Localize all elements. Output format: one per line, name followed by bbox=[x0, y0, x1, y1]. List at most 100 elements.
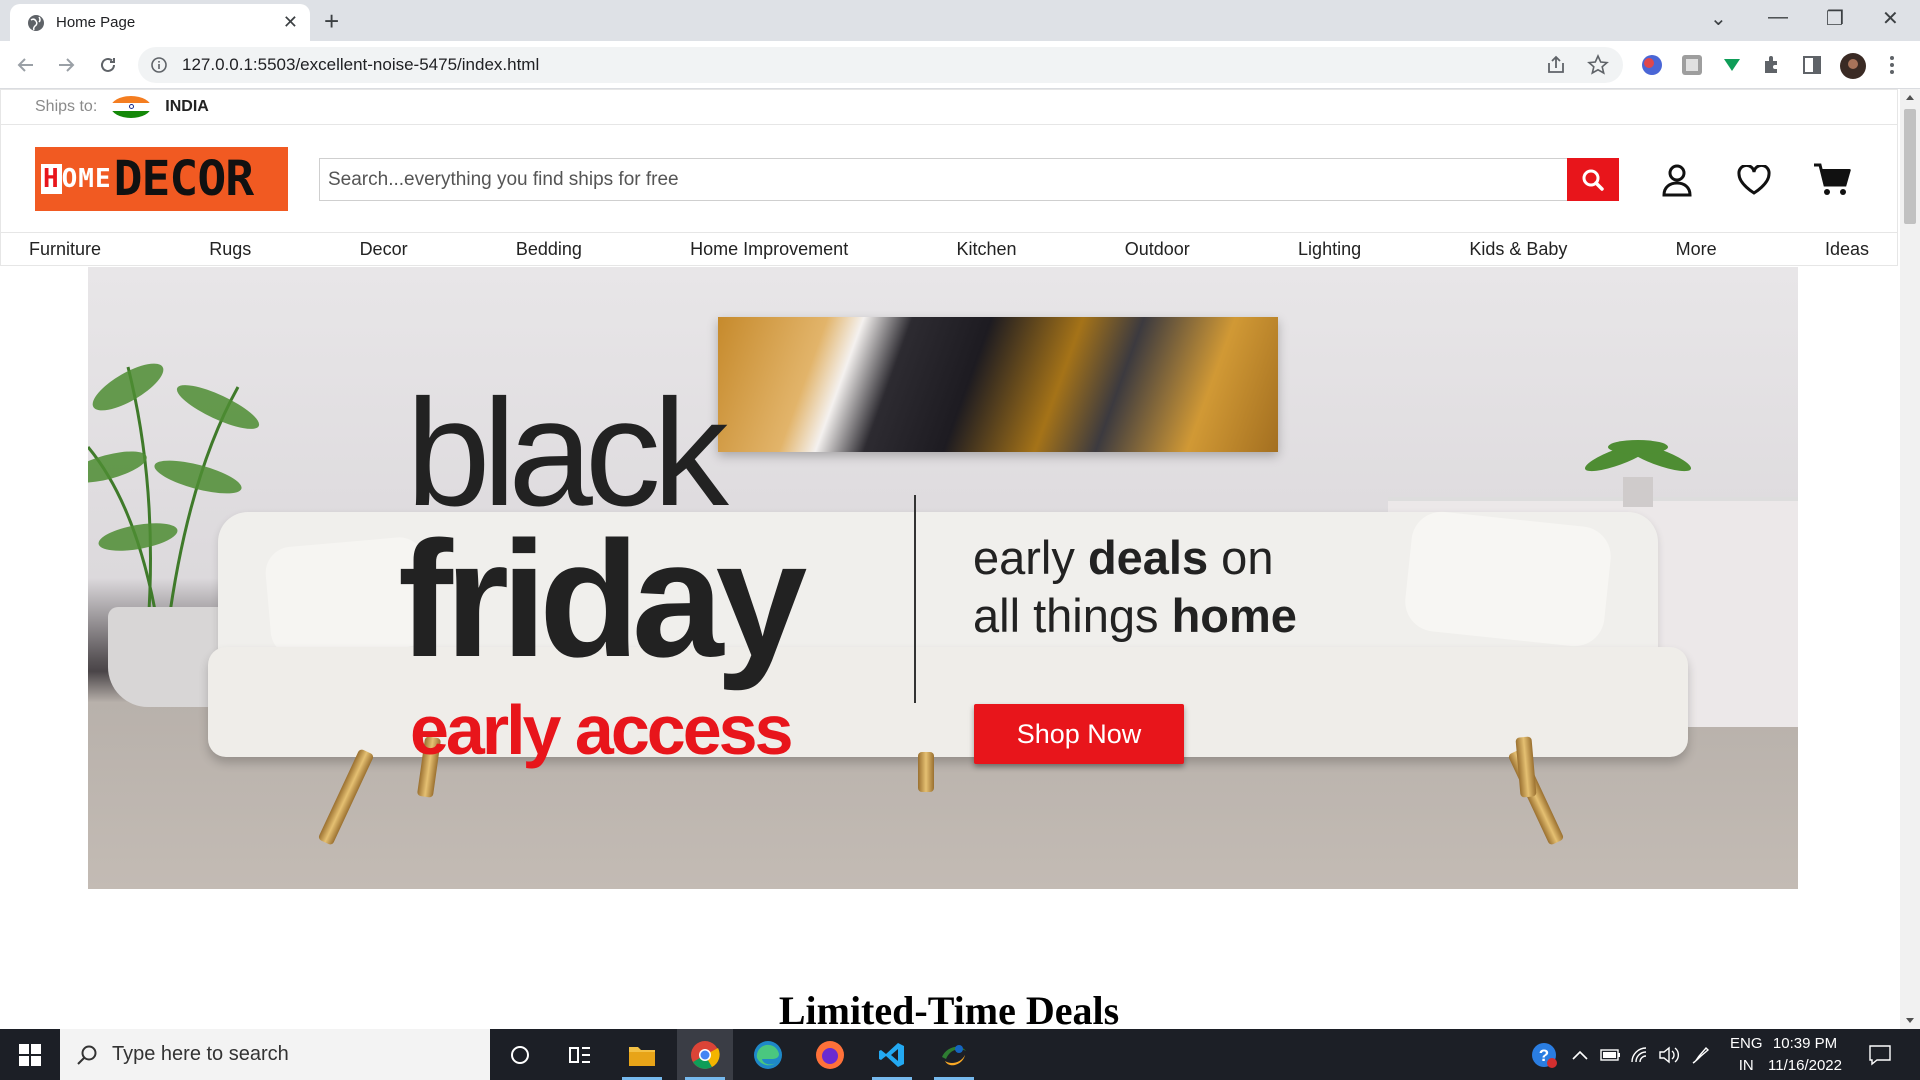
search-icon bbox=[77, 1045, 97, 1065]
restore-button[interactable]: ❐ bbox=[1826, 6, 1844, 31]
puzzle-icon[interactable] bbox=[1760, 53, 1784, 77]
scroll-down-icon[interactable] bbox=[1906, 1018, 1914, 1023]
logo-ome: OME bbox=[61, 164, 112, 194]
hero-banner[interactable]: black friday early access early deals on… bbox=[88, 267, 1798, 889]
profile-avatar[interactable] bbox=[1840, 53, 1866, 79]
clock-time: 10:39 PM bbox=[1772, 1035, 1838, 1052]
nav-bedding[interactable]: Bedding bbox=[516, 239, 582, 260]
minimize-button[interactable]: — bbox=[1768, 6, 1788, 29]
nav-home-improvement[interactable]: Home Improvement bbox=[690, 239, 848, 260]
nav-kids-baby[interactable]: Kids & Baby bbox=[1469, 239, 1567, 260]
info-icon[interactable] bbox=[150, 56, 168, 74]
arrow-left-icon bbox=[17, 58, 33, 72]
nav-lighting[interactable]: Lighting bbox=[1298, 239, 1361, 260]
extension-download-icon[interactable] bbox=[1720, 53, 1744, 77]
share-icon[interactable] bbox=[1545, 54, 1567, 76]
back-button[interactable] bbox=[14, 53, 38, 77]
forward-button[interactable] bbox=[54, 53, 78, 77]
notifications-button[interactable] bbox=[1868, 1029, 1892, 1080]
cortana-button[interactable] bbox=[492, 1029, 548, 1080]
taskbar-vscode[interactable] bbox=[864, 1029, 920, 1080]
taskbar-search[interactable]: Type here to search bbox=[60, 1029, 490, 1080]
nav-decor[interactable]: Decor bbox=[360, 239, 408, 260]
heart-icon bbox=[1737, 165, 1771, 195]
close-tab-icon[interactable]: ✕ bbox=[283, 12, 298, 33]
region-code: IN bbox=[1738, 1057, 1754, 1074]
language-indicator[interactable]: ENG IN bbox=[1730, 1033, 1763, 1077]
reload-button[interactable] bbox=[96, 53, 120, 77]
extension-globe-icon[interactable] bbox=[1640, 53, 1664, 77]
task-view-button[interactable] bbox=[552, 1029, 608, 1080]
tagline-bold: home bbox=[1171, 589, 1297, 642]
bookmark-star-icon[interactable] bbox=[1587, 54, 1609, 76]
account-button[interactable] bbox=[1657, 160, 1697, 200]
cortana-icon bbox=[511, 1045, 529, 1064]
banner-sofa-leg bbox=[317, 748, 375, 846]
page-scrollbar[interactable] bbox=[1900, 89, 1920, 1029]
nav-kitchen[interactable]: Kitchen bbox=[956, 239, 1016, 260]
pen-tray-icon[interactable] bbox=[1690, 1029, 1712, 1080]
banner-headline-friday: friday bbox=[398, 507, 807, 691]
speaker-icon bbox=[1659, 1046, 1679, 1063]
url-text: 127.0.0.1:5503/excellent-noise-5475/inde… bbox=[182, 55, 540, 74]
site-logo[interactable]: HOME DECOR bbox=[35, 147, 288, 211]
wifi-tray-icon[interactable] bbox=[1630, 1029, 1652, 1080]
help-tray-icon[interactable]: ? bbox=[1530, 1029, 1558, 1080]
taskbar-chrome[interactable] bbox=[677, 1029, 733, 1080]
tab-search-icon[interactable]: ⌄ bbox=[1710, 6, 1727, 31]
start-button[interactable] bbox=[0, 1029, 60, 1080]
folder-icon bbox=[629, 1046, 655, 1066]
scroll-up-icon[interactable] bbox=[1906, 95, 1914, 100]
volume-tray-icon[interactable] bbox=[1658, 1029, 1680, 1080]
banner-sofa-leg bbox=[1507, 748, 1565, 846]
banner-pillow-right bbox=[1402, 508, 1614, 650]
language-code: ENG bbox=[1730, 1035, 1763, 1052]
firefox-icon bbox=[816, 1040, 844, 1069]
taskbar-app[interactable] bbox=[926, 1029, 982, 1080]
wifi-icon bbox=[1631, 1046, 1647, 1062]
ships-to-label: Ships to: bbox=[35, 98, 98, 115]
chevron-up-icon bbox=[1572, 1050, 1588, 1060]
logo-decor-text: DECOR bbox=[113, 151, 254, 207]
nav-outdoor[interactable]: Outdoor bbox=[1125, 239, 1190, 260]
banner-painting bbox=[718, 317, 1278, 452]
nav-ideas[interactable]: Ideas bbox=[1825, 239, 1869, 260]
user-icon bbox=[1662, 164, 1692, 197]
battery-tray-icon[interactable] bbox=[1600, 1029, 1622, 1080]
cart-button[interactable] bbox=[1812, 160, 1852, 200]
scrollbar-thumb[interactable] bbox=[1904, 109, 1916, 224]
shop-now-button[interactable]: Shop Now bbox=[974, 704, 1184, 764]
more-menu-icon[interactable] bbox=[1880, 53, 1904, 77]
wishlist-button[interactable] bbox=[1734, 160, 1774, 200]
taskbar-edge[interactable] bbox=[740, 1029, 796, 1080]
browser-toolbar: 127.0.0.1:5503/excellent-noise-5475/inde… bbox=[0, 41, 1920, 89]
nav-rugs[interactable]: Rugs bbox=[209, 239, 251, 260]
app-swirl-icon bbox=[942, 1044, 966, 1065]
new-tab-button[interactable]: + bbox=[324, 6, 339, 37]
taskbar-firefox[interactable] bbox=[802, 1029, 858, 1080]
address-bar[interactable]: 127.0.0.1:5503/excellent-noise-5475/inde… bbox=[138, 47, 1623, 83]
tagline-text: on bbox=[1208, 531, 1274, 584]
nav-more[interactable]: More bbox=[1676, 239, 1717, 260]
browser-tab[interactable]: Home Page ✕ bbox=[10, 4, 310, 41]
extension-image-icon[interactable] bbox=[1680, 53, 1704, 77]
windows-logo-icon bbox=[19, 1043, 41, 1066]
search-button[interactable] bbox=[1567, 158, 1619, 201]
search-bar bbox=[319, 158, 1619, 201]
taskbar-file-explorer[interactable] bbox=[614, 1029, 670, 1080]
clock-date: 11/16/2022 bbox=[1768, 1057, 1842, 1074]
notification-icon bbox=[1869, 1044, 1891, 1065]
banner-headline-early-access: early access bbox=[410, 691, 794, 769]
close-window-button[interactable]: ✕ bbox=[1882, 6, 1899, 31]
taskbar-clock[interactable]: 10:39 PM 11/16/2022 bbox=[1760, 1033, 1850, 1077]
search-icon bbox=[1582, 169, 1604, 191]
side-panel-icon[interactable] bbox=[1800, 53, 1824, 77]
pen-icon bbox=[1692, 1046, 1710, 1064]
show-hidden-icons[interactable] bbox=[1572, 1029, 1588, 1080]
help-icon: ? bbox=[1532, 1042, 1557, 1068]
search-input[interactable] bbox=[320, 159, 1567, 200]
tab-title: Home Page bbox=[56, 14, 136, 31]
ships-to-country[interactable]: INDIA bbox=[165, 98, 209, 116]
ships-to-bar: Ships to: INDIA bbox=[0, 89, 1898, 125]
nav-furniture[interactable]: Furniture bbox=[29, 239, 101, 260]
